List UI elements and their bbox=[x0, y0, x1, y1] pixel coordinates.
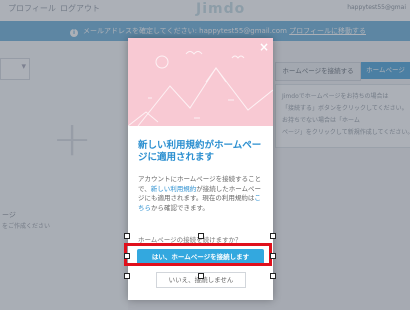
mountain-illustration-icon bbox=[128, 51, 273, 126]
modal-body: アカウントにホームページを接続することで、新しい利用規約が接続したホームページに… bbox=[138, 175, 266, 213]
selection-handle bbox=[124, 273, 130, 279]
selection-handle bbox=[198, 273, 204, 279]
highlight-box bbox=[124, 243, 272, 266]
selection-handle bbox=[124, 253, 130, 259]
modal-illustration: × bbox=[128, 38, 273, 126]
selection-handle bbox=[270, 253, 276, 259]
modal-title: 新しい利用規約がホームページに適用されます bbox=[138, 140, 262, 163]
selection-handle bbox=[270, 233, 276, 239]
selection-handle bbox=[198, 233, 204, 239]
selection-handle bbox=[270, 273, 276, 279]
selection-handle bbox=[124, 233, 130, 239]
close-icon[interactable]: × bbox=[259, 40, 269, 54]
body-text: から確認できます。 bbox=[151, 203, 209, 212]
new-terms-link[interactable]: 新しい利用規約 bbox=[151, 185, 197, 193]
